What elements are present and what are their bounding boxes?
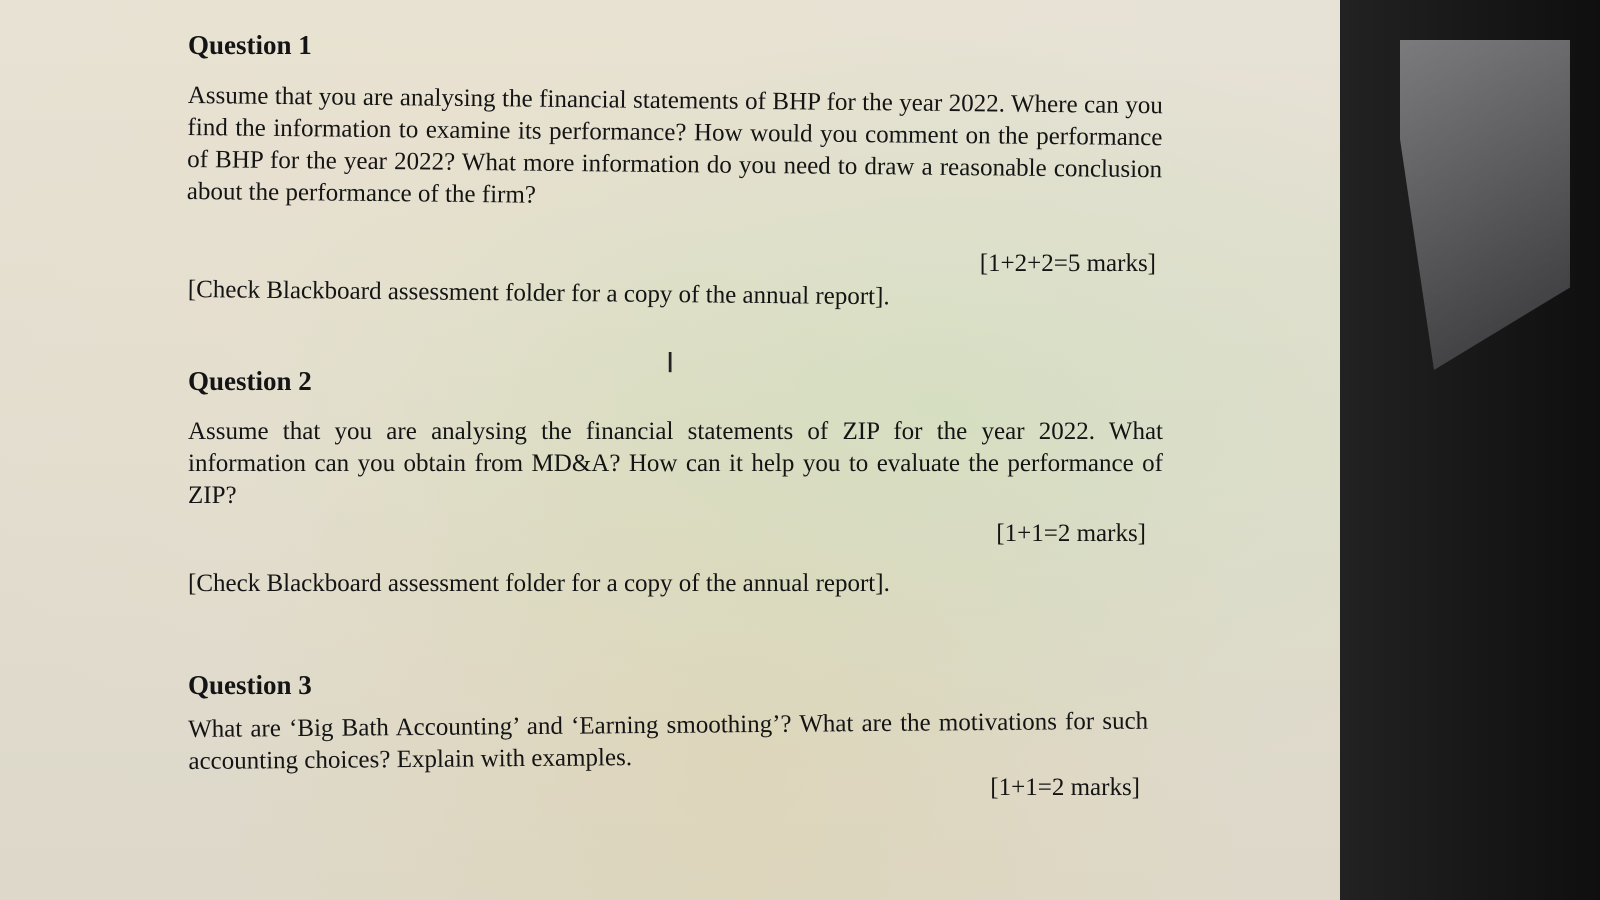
question-2-note: [Check Blackboard assessment folder for …: [188, 570, 890, 597]
text-cursor-icon: I: [666, 346, 675, 379]
question-3-title: Question 3: [188, 670, 312, 700]
question-1-body: Assume that you are analysing the financ…: [186, 81, 1163, 209]
question-3-body: What are ‘Big Bath Accounting’ and ‘Earn…: [188, 707, 1149, 775]
document-screen: Question 1 Assume that you are analysing…: [0, 0, 1340, 900]
question-1-title: Question 1: [188, 30, 312, 60]
question-3-marks: [1+1=2 marks]: [990, 774, 1140, 801]
question-2-marks: [1+1=2 marks]: [996, 520, 1146, 547]
question-2-title: Question 2: [188, 366, 312, 396]
question-2-body: Assume that you are analysing the financ…: [188, 418, 1163, 509]
question-1-note: [Check Blackboard assessment folder for …: [187, 276, 890, 311]
question-1-marks: [1+2+2=5 marks]: [979, 250, 1156, 277]
